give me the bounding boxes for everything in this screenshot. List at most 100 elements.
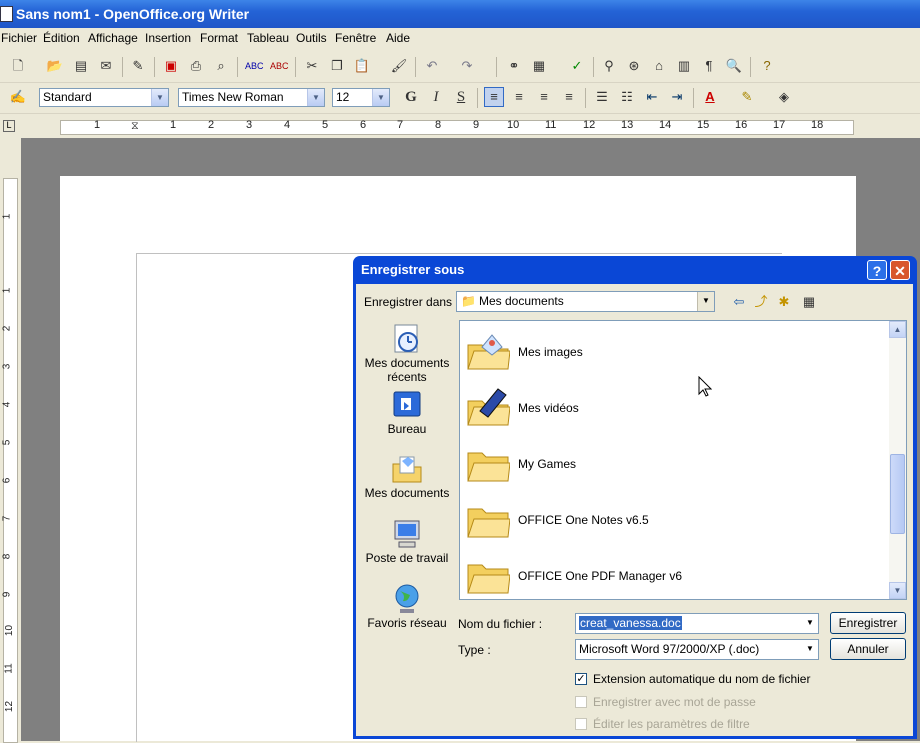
list-item[interactable]: OFFICE One Notes v6.5 [466, 495, 886, 545]
paragraph-style-combo[interactable]: Standard ▼ [39, 88, 169, 107]
align-left-icon[interactable]: ≡ [484, 87, 504, 107]
list-item[interactable]: OFFICE One PDF Manager v6 [466, 551, 886, 601]
save-in-combo[interactable]: 📁 Mes documents ▼ [456, 291, 715, 312]
vruler-number: 12 [4, 700, 16, 713]
chevron-down-icon[interactable]: ▼ [802, 614, 818, 633]
ruler-number: 15 [697, 119, 710, 131]
font-color-icon[interactable]: A [701, 88, 719, 106]
password-checkbox[interactable] [575, 696, 587, 708]
formatting-toolbar: ✍ Standard ▼ Times New Roman ▼ 12 ▼ G I … [0, 83, 920, 114]
justify-icon[interactable]: ≡ [560, 88, 578, 106]
menu-edition[interactable]: Édition [43, 31, 80, 45]
edit-file-icon[interactable]: ✎ [129, 57, 147, 75]
list-item[interactable]: My Games [466, 439, 886, 489]
bold-button[interactable]: G [402, 88, 420, 106]
close-button[interactable]: ✕ [890, 260, 910, 280]
export-pdf-icon[interactable]: ▣ [162, 57, 180, 75]
spellcheck-icon[interactable]: ABC [245, 57, 264, 75]
cut-icon[interactable]: ✂ [303, 57, 321, 75]
menu-tableau[interactable]: Tableau [247, 31, 289, 45]
menu-affichage[interactable]: Affichage [88, 31, 138, 45]
folder-icon: 📁 [461, 294, 476, 308]
underline-button[interactable]: S [452, 88, 470, 106]
scroll-up-icon[interactable]: ▲ [889, 321, 906, 338]
navigator-icon[interactable]: ⊛ [625, 57, 643, 75]
align-center-icon[interactable]: ≡ [510, 88, 528, 106]
tab-type-icon[interactable]: L [3, 120, 15, 132]
zoom-icon[interactable]: 🔍 [725, 57, 743, 75]
file-list[interactable]: Mes images Mes vidéos My Games OFFICE On… [459, 320, 907, 600]
chevron-down-icon[interactable]: ▼ [151, 89, 168, 106]
table-icon[interactable]: ▦ [530, 57, 548, 75]
view-menu-icon[interactable]: ▦ [800, 293, 818, 311]
open-folder-icon[interactable]: 📂 [46, 57, 64, 75]
highlight-icon[interactable]: ✎ [738, 88, 756, 106]
scroll-down-icon[interactable]: ▼ [889, 582, 906, 599]
draw-icon[interactable]: ✓ [568, 57, 586, 75]
print-preview-icon[interactable]: ⌕ [212, 57, 230, 75]
background-color-icon[interactable]: ◈ [775, 88, 793, 106]
filename-input[interactable]: creat_vanessa.doc ▼ [575, 613, 819, 634]
numbering-icon[interactable]: ☰ [593, 88, 611, 106]
undo-icon[interactable]: ↶ [423, 57, 441, 75]
scroll-thumb[interactable] [890, 454, 905, 534]
place-recent[interactable]: Mes documents récents [362, 322, 452, 384]
menu-fenetre[interactable]: Fenêtre [335, 31, 376, 45]
nonprinting-chars-icon[interactable]: ¶ [700, 57, 718, 75]
indent-marker-icon[interactable]: ⧖ [131, 120, 139, 133]
list-item[interactable]: Mes vidéos [466, 383, 886, 433]
title-bar[interactable]: Sans nom1 - OpenOffice.org Writer [0, 0, 920, 28]
place-my-computer[interactable]: Poste de travail [362, 517, 452, 565]
vertical-ruler[interactable]: 1 1 2 3 4 5 6 7 8 9 10 11 12 [0, 138, 20, 743]
filter-settings-checkbox[interactable] [575, 718, 587, 730]
list-item[interactable]: Mes images [466, 327, 886, 377]
copy-icon[interactable]: ❐ [328, 57, 346, 75]
file-type-select[interactable]: Microsoft Word 97/2000/XP (.doc) ▼ [575, 639, 819, 660]
find-replace-icon[interactable]: ⚲ [600, 57, 618, 75]
cancel-button[interactable]: Annuler [830, 638, 906, 660]
password-label: Enregistrer avec mot de passe [593, 695, 756, 709]
chevron-down-icon[interactable]: ▼ [372, 89, 389, 106]
auto-extension-checkbox[interactable]: ✓ [575, 673, 587, 685]
vruler-number: 2 [1, 325, 13, 332]
place-my-documents[interactable]: Mes documents [362, 452, 452, 500]
help-icon[interactable]: ? [758, 57, 776, 75]
menu-outils[interactable]: Outils [296, 31, 327, 45]
new-folder-icon[interactable]: ✱ [775, 293, 793, 311]
chevron-down-icon[interactable]: ▼ [802, 640, 818, 659]
font-name-combo[interactable]: Times New Roman ▼ [178, 88, 325, 107]
redo-icon[interactable]: ↷ [458, 57, 476, 75]
file-name: My Games [518, 457, 577, 471]
autospell-icon[interactable]: ABC [270, 57, 289, 75]
save-button[interactable]: Enregistrer [830, 612, 906, 634]
menu-aide[interactable]: Aide [386, 31, 410, 45]
help-button[interactable]: ? [867, 260, 887, 280]
chevron-down-icon[interactable]: ▼ [307, 89, 324, 106]
format-paintbrush-icon[interactable]: 🖌 [390, 57, 408, 75]
font-size-combo[interactable]: 12 ▼ [332, 88, 390, 107]
increase-indent-icon[interactable]: ⇥ [668, 88, 686, 106]
menu-fichier[interactable]: Fichier [1, 31, 37, 45]
up-folder-icon[interactable]: ⤴ [752, 293, 770, 311]
chevron-down-icon[interactable]: ▼ [697, 292, 714, 311]
new-doc-icon[interactable]: 🗋 [9, 57, 27, 75]
place-desktop[interactable]: Bureau [362, 388, 452, 436]
hyperlink-icon[interactable]: ⚭ [505, 57, 523, 75]
align-right-icon[interactable]: ≡ [535, 88, 553, 106]
place-network[interactable]: Favoris réseau [362, 582, 452, 630]
paste-icon[interactable]: 📋 [353, 57, 371, 75]
back-icon[interactable]: ⇦ [730, 293, 748, 311]
save-icon[interactable]: ▤ [72, 57, 90, 75]
print-icon[interactable]: ⎙ [187, 57, 205, 75]
horizontal-ruler[interactable]: L 1 1 2 3 4 5 6 7 8 9 10 11 12 13 14 15 … [0, 116, 920, 138]
styles-icon[interactable]: ✍ [9, 88, 27, 106]
menu-insertion[interactable]: Insertion [145, 31, 191, 45]
bullets-icon[interactable]: ☷ [618, 88, 636, 106]
email-icon[interactable]: ✉ [97, 57, 115, 75]
datasources-icon[interactable]: ▥ [675, 57, 693, 75]
gallery-icon[interactable]: ⌂ [650, 57, 668, 75]
menu-format[interactable]: Format [200, 31, 238, 45]
italic-button[interactable]: I [427, 88, 445, 106]
file-list-scrollbar[interactable]: ▲ ▼ [889, 321, 906, 599]
decrease-indent-icon[interactable]: ⇤ [643, 88, 661, 106]
